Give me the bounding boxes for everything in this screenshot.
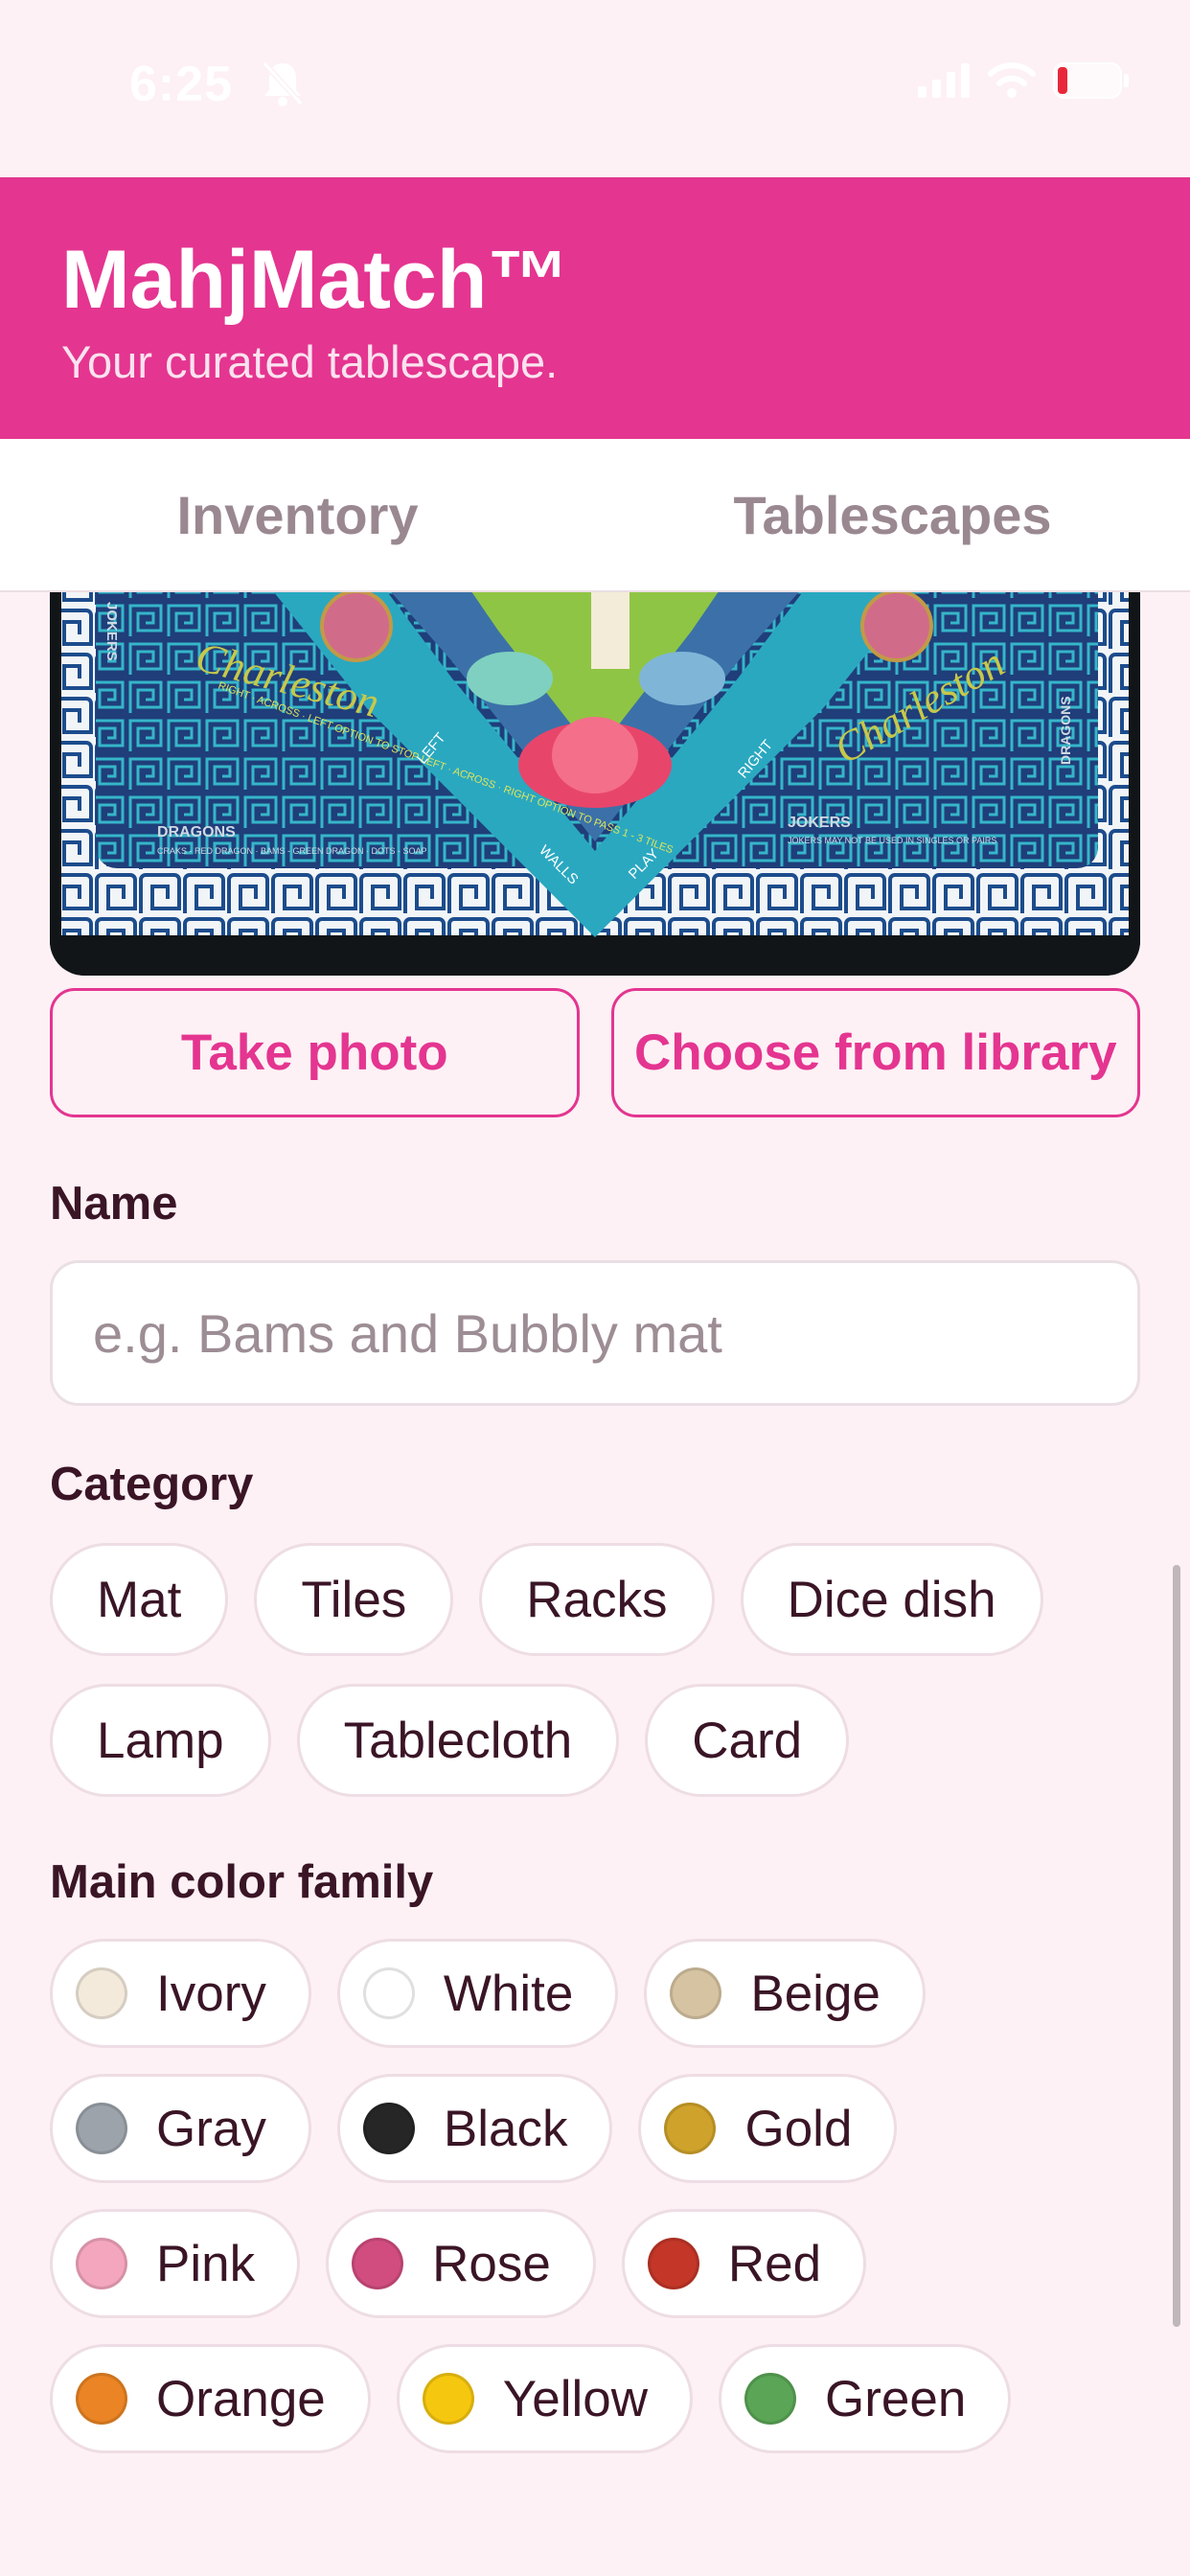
color-chip-white[interactable]: White	[336, 1939, 619, 2048]
category-chip-tiles[interactable]: Tiles	[254, 1543, 454, 1656]
color-swatch	[362, 2103, 415, 2154]
color-swatch	[76, 1967, 127, 2019]
color-chip-red[interactable]: Red	[621, 2209, 867, 2318]
color-chip-rose[interactable]: Rose	[326, 2209, 596, 2318]
color-chip-label: White	[443, 1965, 574, 2022]
status-icons	[918, 61, 1131, 100]
color-swatch	[76, 2238, 127, 2289]
color-swatch	[76, 2373, 127, 2425]
color-chip-label: Rose	[432, 2235, 551, 2292]
mat-dragons-right: DRAGONS	[1058, 696, 1073, 765]
category-chip-racks[interactable]: Racks	[479, 1543, 715, 1656]
mat-photo: JOKERS Charleston RIGHT · ACROSS · LEFT …	[50, 592, 1140, 976]
color-swatch	[744, 2373, 797, 2425]
photo-actions: Take photo Choose from library	[50, 988, 1140, 1117]
mahjong-mat-image: JOKERS Charleston RIGHT · ACROSS · LEFT …	[50, 592, 1140, 976]
wifi-icon	[988, 62, 1036, 98]
form-content[interactable]: JOKERS Charleston RIGHT · ACROSS · LEFT …	[0, 592, 1190, 2576]
color-chip-label: Yellow	[502, 2370, 649, 2427]
mat-jokers-left: JOKERS	[103, 602, 120, 661]
category-chip-tablecloth[interactable]: Tablecloth	[296, 1684, 620, 1797]
color-chip-yellow[interactable]: Yellow	[396, 2344, 694, 2453]
color-swatch	[352, 2238, 404, 2289]
color-options: Ivory White Beige Gray Black Gold Pink Rose Red O…	[50, 1939, 1161, 2479]
mat-jokers-right-sub: JOKERS MAY NOT BE USED IN SINGLES OR PAI…	[788, 836, 996, 845]
color-chip-orange[interactable]: Orange	[50, 2344, 371, 2453]
status-time: 6:25	[129, 57, 234, 112]
color-chip-pink[interactable]: Pink	[50, 2209, 301, 2318]
color-chip-label: Beige	[750, 1965, 881, 2022]
color-chip-label: Red	[727, 2235, 822, 2292]
choose-from-library-button[interactable]: Choose from library	[610, 988, 1140, 1117]
color-chip-label: Orange	[156, 2370, 326, 2427]
name-label: Name	[50, 1178, 178, 1230]
tab-tablescapes[interactable]: Tablescapes	[595, 439, 1190, 590]
color-chip-gray[interactable]: Gray	[50, 2074, 311, 2183]
app-title: MahjMatch™	[61, 234, 570, 326]
category-chip-card[interactable]: Card	[645, 1684, 850, 1797]
color-swatch	[76, 2103, 127, 2154]
take-photo-button[interactable]: Take photo	[50, 988, 580, 1117]
color-swatch	[647, 2238, 699, 2289]
category-chip-dice-dish[interactable]: Dice dish	[740, 1543, 1043, 1656]
tab-inventory[interactable]: Inventory	[0, 439, 595, 590]
mat-dragons-left: DRAGONS	[157, 824, 236, 840]
color-swatch	[670, 1967, 722, 2019]
category-options: Mat Tiles Racks Dice dish Lamp Tableclot…	[50, 1543, 1161, 1825]
color-chip-label: Gray	[156, 2100, 266, 2157]
color-chip-label: Pink	[156, 2235, 256, 2292]
category-label: Category	[50, 1459, 254, 1510]
status-bar: 6:25	[0, 0, 1190, 177]
bell-slash-icon	[261, 59, 305, 112]
signal-icon	[918, 63, 970, 98]
category-chip-lamp[interactable]: Lamp	[50, 1684, 271, 1797]
color-chip-label: Green	[825, 2370, 967, 2427]
color-family-label: Main color family	[50, 1856, 434, 1908]
color-swatch	[664, 2103, 717, 2154]
color-swatch	[422, 2373, 474, 2425]
mat-jokers-right: JOKERS	[788, 815, 851, 831]
category-chip-mat[interactable]: Mat	[50, 1543, 229, 1656]
color-chip-black[interactable]: Black	[336, 2074, 613, 2183]
app-header: MahjMatch™ Your curated tablescape.	[0, 177, 1190, 439]
color-chip-label: Gold	[744, 2100, 853, 2157]
name-input[interactable]	[50, 1260, 1140, 1406]
battery-icon	[1053, 62, 1129, 99]
scrollbar[interactable]	[1173, 1565, 1180, 2327]
tab-bar: Inventory Tablescapes	[0, 439, 1190, 592]
app-subtitle: Your curated tablescape.	[61, 336, 559, 387]
color-chip-beige[interactable]: Beige	[644, 1939, 926, 2048]
color-chip-ivory[interactable]: Ivory	[50, 1939, 311, 2048]
color-chip-label: Ivory	[156, 1965, 266, 2022]
color-swatch	[362, 1967, 415, 2019]
color-chip-green[interactable]: Green	[719, 2344, 1012, 2453]
color-chip-label: Black	[443, 2100, 568, 2157]
color-chip-gold[interactable]: Gold	[638, 2074, 898, 2183]
mat-dragons-left-sub: CRAKS - RED DRAGON · BAMS - GREEN DRAGON…	[157, 846, 427, 856]
